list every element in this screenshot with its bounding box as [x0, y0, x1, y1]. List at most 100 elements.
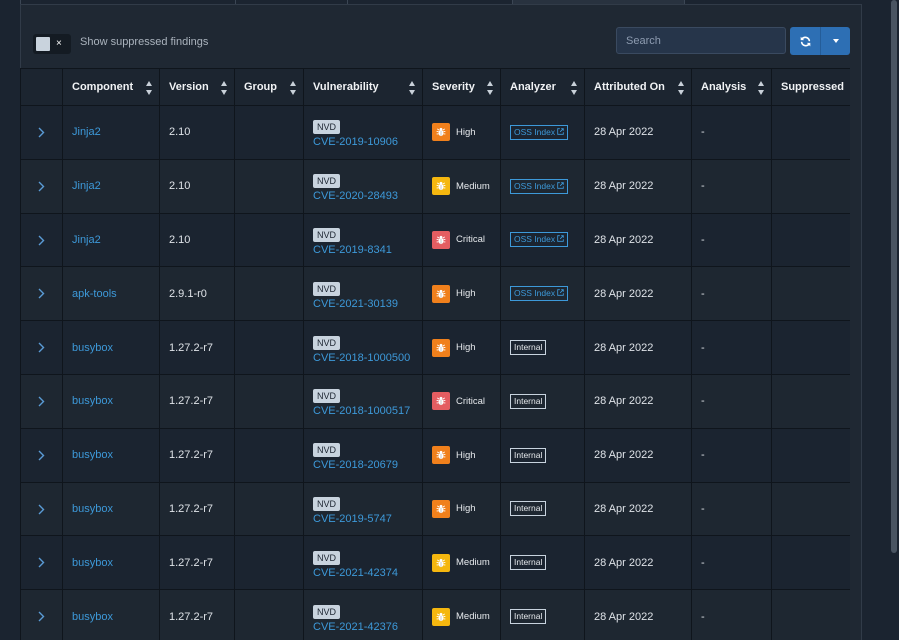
- analyzer-label: OSS Index: [514, 234, 556, 245]
- severity-icon: [432, 177, 450, 196]
- component-link[interactable]: busybox: [72, 503, 113, 515]
- vulnerability-link[interactable]: CVE-2019-5747: [313, 513, 413, 525]
- suppressed-cell: [771, 589, 850, 640]
- analyzer-badge: Internal: [510, 393, 547, 409]
- column-header-suppressed[interactable]: Suppressed: [771, 68, 850, 106]
- severity-indicator: Medium: [432, 607, 490, 626]
- page-scrollbar[interactable]: [889, 0, 899, 640]
- analyzer-badge[interactable]: OSS Index: [510, 232, 569, 248]
- sort-icon: [678, 81, 685, 95]
- vulnerability-source-badge: NVD: [313, 281, 341, 296]
- version-cell: 1.27.2-r7: [159, 589, 235, 640]
- refresh-button[interactable]: [790, 27, 821, 55]
- version-value: 1.27.2-r7: [169, 556, 214, 569]
- analyzer-cell: OSS Index: [500, 158, 585, 214]
- component-cell: Jinja2: [62, 105, 160, 160]
- column-header-analyzer[interactable]: Analyzer: [500, 68, 585, 106]
- attributed-on-value: 28 Apr 2022: [594, 502, 654, 515]
- component-link[interactable]: Jinja2: [72, 180, 101, 192]
- suppressed-toggle[interactable]: ×: [33, 34, 71, 54]
- vulnerability-link[interactable]: CVE-2018-1000500: [313, 352, 413, 364]
- component-link[interactable]: busybox: [72, 342, 113, 354]
- column-header-vulnerability[interactable]: Vulnerability: [303, 68, 423, 106]
- component-link[interactable]: busybox: [72, 449, 113, 461]
- column-header-attributed-on[interactable]: Attributed On: [584, 68, 692, 106]
- suppressed-cell: [771, 266, 850, 322]
- vulnerability-link[interactable]: CVE-2021-42374: [313, 567, 413, 579]
- attributed-on-cell: 28 Apr 2022: [584, 105, 692, 160]
- component-link[interactable]: Jinja2: [72, 126, 101, 138]
- attributed-on-cell: 28 Apr 2022: [584, 373, 692, 429]
- severity-indicator: Critical: [432, 230, 485, 249]
- analysis-cell: -: [691, 481, 772, 537]
- vulnerability-link[interactable]: CVE-2019-8341: [313, 244, 413, 256]
- expand-row-button[interactable]: [20, 535, 63, 591]
- vulnerability-link[interactable]: CVE-2018-1000517: [313, 405, 413, 417]
- chevron-right-icon: [38, 504, 45, 515]
- analyzer-cell: Internal: [500, 427, 585, 483]
- analysis-value: -: [701, 233, 705, 246]
- component-cell: busybox: [62, 427, 160, 483]
- sort-icon: [146, 81, 153, 95]
- vulnerability-link[interactable]: CVE-2019-10906: [313, 136, 413, 148]
- expand-row-button[interactable]: [20, 212, 63, 268]
- table-row: busybox 1.27.2-r7 NVD CVE-2021-42374 Medium I…: [20, 535, 850, 591]
- attributed-on-value: 28 Apr 2022: [594, 233, 654, 246]
- column-header-version[interactable]: Version: [159, 68, 235, 106]
- column-header-group[interactable]: Group: [234, 68, 304, 106]
- component-link[interactable]: Jinja2: [72, 234, 101, 246]
- analysis-cell: -: [691, 266, 772, 322]
- table-row: apk-tools 2.9.1-r0 NVD CVE-2021-30139 High OS…: [20, 266, 850, 322]
- severity-indicator: High: [432, 123, 476, 142]
- expand-row-button[interactable]: [20, 320, 63, 375]
- table-row: busybox 1.27.2-r7 NVD CVE-2018-1000500 High I…: [20, 320, 850, 375]
- component-link[interactable]: busybox: [72, 611, 113, 623]
- expand-row-button[interactable]: [20, 373, 63, 429]
- expand-row-button[interactable]: [20, 158, 63, 214]
- vulnerability-cell: NVD CVE-2019-5747: [303, 481, 423, 537]
- vulnerability-link[interactable]: CVE-2018-20679: [313, 459, 413, 471]
- version-cell: 2.9.1-r0: [159, 266, 235, 322]
- analyzer-cell: Internal: [500, 589, 585, 640]
- expand-row-button[interactable]: [20, 105, 63, 160]
- attributed-on-value: 28 Apr 2022: [594, 126, 654, 139]
- severity-indicator: High: [432, 446, 476, 465]
- vulnerability-source-badge: NVD: [313, 389, 341, 404]
- column-header-severity[interactable]: Severity: [422, 68, 501, 106]
- column-header-analysis[interactable]: Analysis: [691, 68, 772, 106]
- table-row: busybox 1.27.2-r7 NVD CVE-2018-20679 High Int…: [20, 427, 850, 483]
- severity-label: Medium: [456, 557, 490, 569]
- search-input[interactable]: [616, 27, 786, 54]
- analyzer-badge[interactable]: OSS Index: [510, 286, 569, 302]
- expand-row-button[interactable]: [20, 481, 63, 537]
- suppressed-cell: [771, 105, 850, 160]
- attributed-on-cell: 28 Apr 2022: [584, 481, 692, 537]
- scrollbar-thumb[interactable]: [891, 0, 897, 553]
- component-link[interactable]: busybox: [72, 557, 113, 569]
- analysis-cell: -: [691, 158, 772, 214]
- analyzer-cell: Internal: [500, 373, 585, 429]
- vulnerability-link[interactable]: CVE-2020-28493: [313, 190, 413, 202]
- severity-cell: Critical: [422, 212, 501, 268]
- attributed-on-value: 28 Apr 2022: [594, 287, 654, 300]
- expand-row-button[interactable]: [20, 427, 63, 483]
- expand-row-button[interactable]: [20, 589, 63, 640]
- column-header-label: Version: [169, 81, 209, 93]
- vulnerability-cell: NVD CVE-2021-30139: [303, 266, 423, 322]
- external-link-icon: [557, 128, 565, 135]
- analyzer-label: Internal: [514, 395, 543, 406]
- component-link[interactable]: busybox: [72, 395, 113, 407]
- vulnerability-link[interactable]: CVE-2021-30139: [313, 298, 413, 310]
- vulnerability-link[interactable]: CVE-2021-42376: [313, 621, 413, 633]
- analyzer-cell: OSS Index: [500, 105, 585, 160]
- sort-icon: [487, 81, 494, 95]
- vulnerability-cell: NVD CVE-2019-8341: [303, 212, 423, 268]
- refresh-options-dropdown[interactable]: [821, 27, 850, 55]
- expand-row-button[interactable]: [20, 266, 63, 322]
- analyzer-badge[interactable]: OSS Index: [510, 178, 569, 194]
- analyzer-label: Internal: [514, 342, 543, 353]
- analyzer-badge[interactable]: OSS Index: [510, 124, 569, 140]
- caret-down-icon: [832, 39, 839, 43]
- column-header-component[interactable]: Component: [62, 68, 160, 106]
- component-link[interactable]: apk-tools: [72, 288, 117, 300]
